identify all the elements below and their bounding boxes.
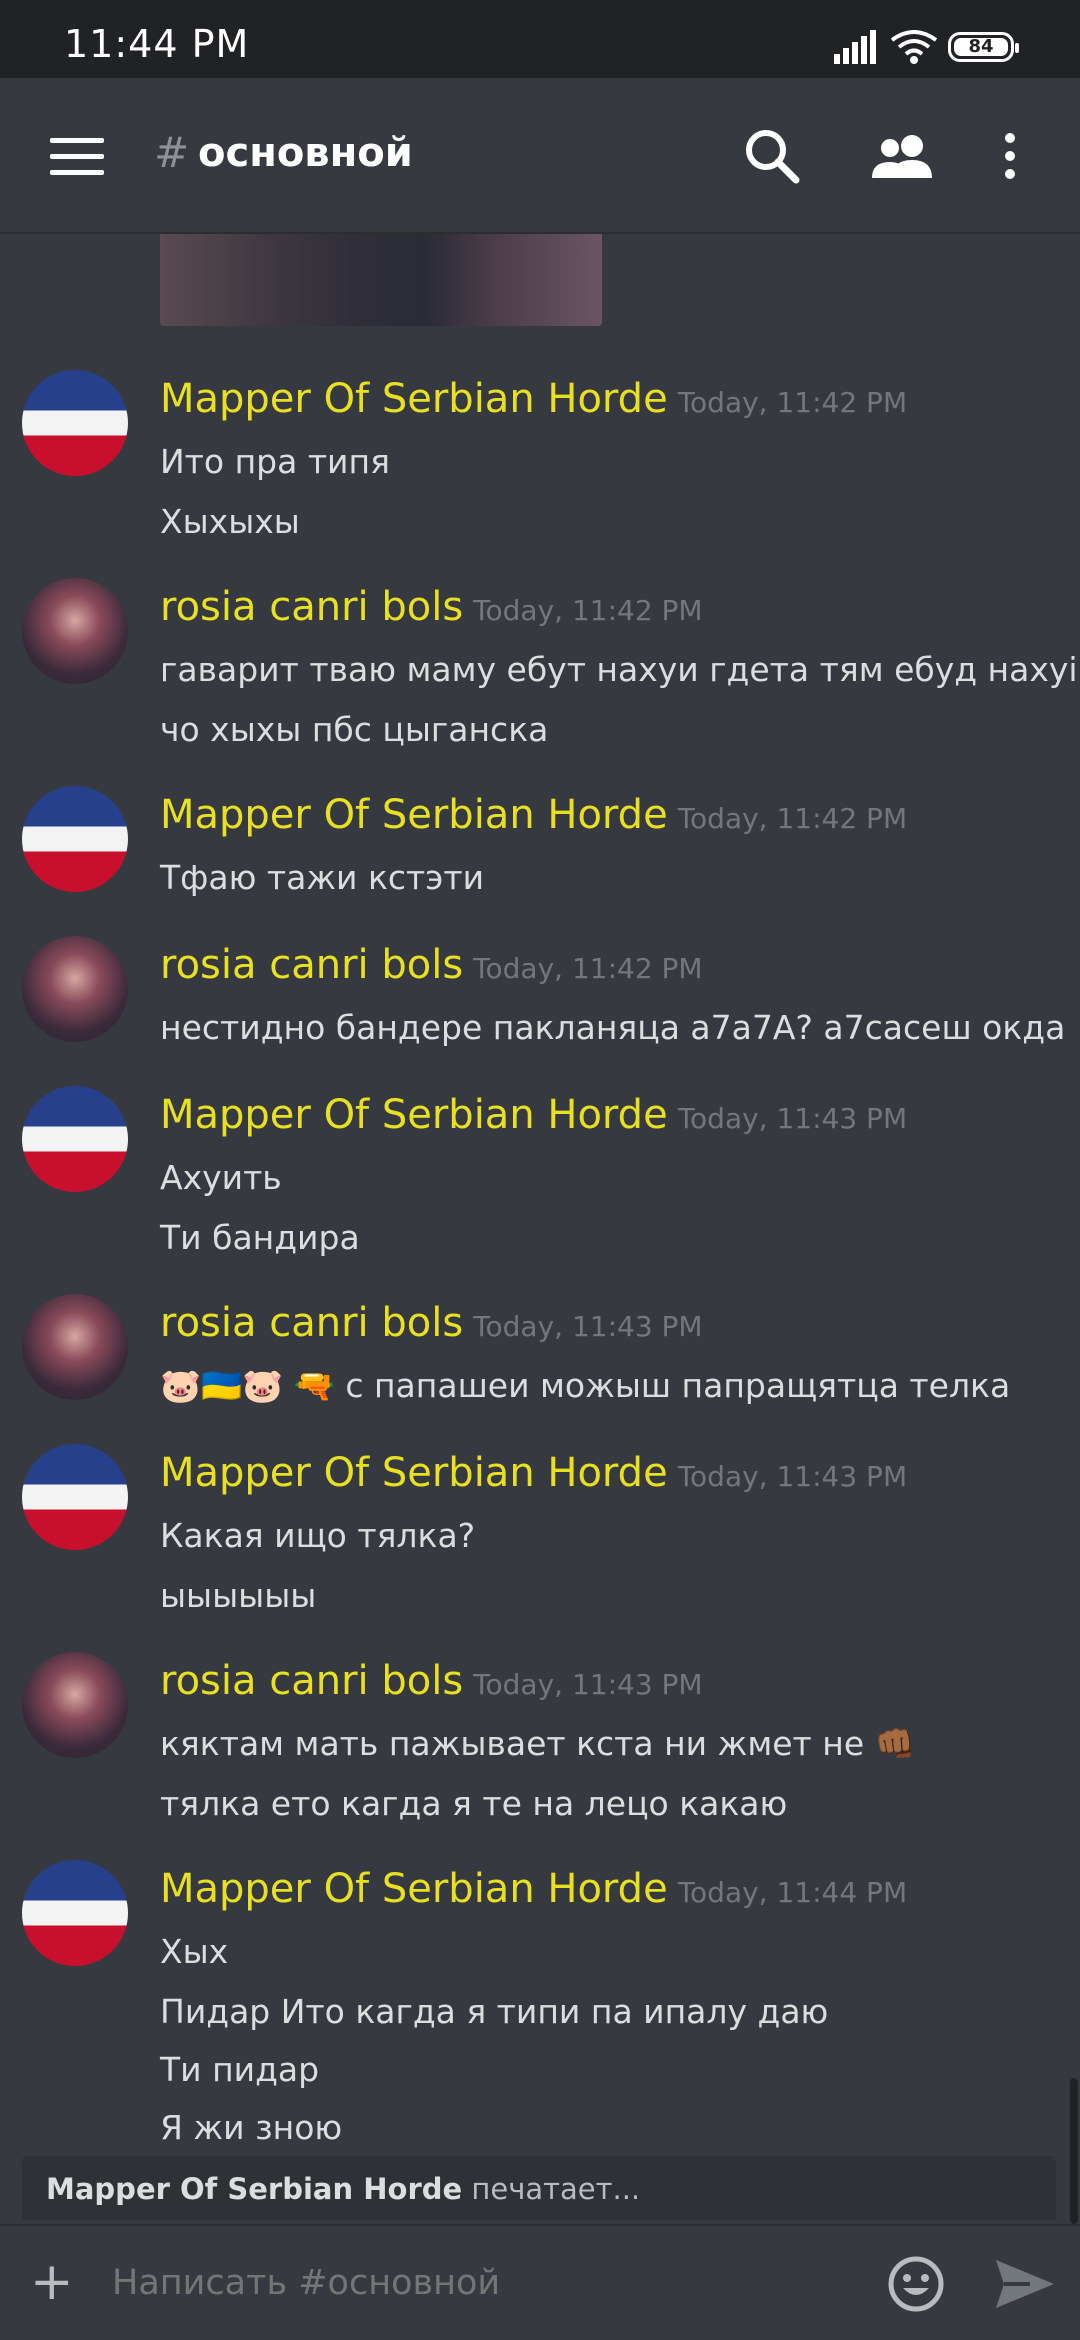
message-text: Ахуить (160, 1158, 282, 1197)
message-timestamp: Today, 11:43 PM (473, 1668, 703, 1701)
message-timestamp: Today, 11:42 PM (677, 802, 908, 835)
search-icon[interactable] (740, 124, 804, 188)
message-text: нестидно бандере пакланяца а7а7А? а7сасе… (160, 1008, 1066, 1047)
message-timestamp: Today, 11:43 PM (677, 1102, 908, 1135)
avatar[interactable] (22, 578, 128, 684)
send-icon[interactable] (994, 2258, 1056, 2310)
image-attachment[interactable] (160, 234, 602, 326)
typing-indicator: Mapper Of Serbian Horde печатает... (22, 2156, 1056, 2220)
avatar[interactable] (22, 1860, 128, 1966)
message-timestamp: Today, 11:43 PM (473, 1310, 703, 1343)
message-text: гаварит тваю маму ебут нахуи гдета тям е… (160, 650, 1078, 689)
avatar[interactable] (22, 370, 128, 476)
message-text: Пидар Ито кагда я типи па ипалу даю (160, 1992, 829, 2031)
message-text: кяктам мать пажывает кста ни жмет не 👊🏾 (160, 1724, 916, 1763)
message-author[interactable]: Mapper Of Serbian Horde Today, 11:42 PM (160, 792, 907, 838)
channel-hash: # (154, 128, 190, 177)
message-author[interactable]: Mapper Of Serbian Horde Today, 11:43 PM (160, 1450, 907, 1496)
message-text: ыыыыыы (160, 1576, 317, 1615)
message-text: чо хыхы пбс цыганска (160, 710, 549, 749)
message-timestamp: Today, 11:43 PM (677, 1460, 908, 1493)
message-text: Тфаю тажи кстэти (160, 858, 485, 897)
message-timestamp: Today, 11:44 PM (677, 1876, 908, 1909)
wifi-icon (890, 30, 938, 64)
battery-icon: 84 (948, 32, 1019, 62)
message-author[interactable]: rosia canri bols Today, 11:42 PM (160, 584, 703, 630)
channel-title: основной (198, 130, 413, 176)
typing-text: печатает... (462, 2172, 641, 2206)
battery-level: 84 (954, 38, 1008, 56)
menu-icon[interactable] (50, 138, 104, 175)
members-icon[interactable] (868, 124, 938, 188)
message-author[interactable]: rosia canri bols Today, 11:43 PM (160, 1300, 703, 1346)
avatar[interactable] (22, 1086, 128, 1192)
channel-header: # основной (0, 78, 1080, 234)
scrollbar[interactable] (1070, 2078, 1078, 2224)
avatar[interactable] (22, 936, 128, 1042)
message-author[interactable]: rosia canri bols Today, 11:42 PM (160, 942, 703, 988)
message-text: Ти бандира (160, 1218, 360, 1257)
message-timestamp: Today, 11:42 PM (473, 594, 703, 627)
message-author[interactable]: Mapper Of Serbian Horde Today, 11:42 PM (160, 376, 907, 422)
message-text: тялка ето кагда я те на лецо какаю (160, 1784, 788, 1823)
message-timestamp: Today, 11:42 PM (677, 386, 908, 419)
avatar[interactable] (22, 1652, 128, 1758)
message-author[interactable]: rosia canri bols Today, 11:43 PM (160, 1658, 703, 1704)
message-text: Я жи зною (160, 2108, 343, 2147)
message-text: Хых (160, 1932, 229, 1971)
status-bar: 11:44 PM 84 (0, 0, 1080, 78)
message-text: Хыхыхы (160, 502, 300, 541)
add-attachment-icon[interactable]: + (30, 2256, 74, 2308)
message-timestamp: Today, 11:42 PM (473, 952, 703, 985)
message-text: Ито пра типя (160, 442, 390, 481)
message-text: Какая ищо тялка? (160, 1516, 476, 1555)
message-composer: + (0, 2224, 1080, 2340)
avatar[interactable] (22, 1294, 128, 1400)
signal-icon (834, 30, 876, 64)
message-text: Ти пидар (160, 2050, 320, 2089)
status-time: 11:44 PM (64, 22, 250, 66)
message-text: 🐷🇺🇦🐷 🔫 с папашеи можыш папращятца телка (160, 1366, 1011, 1405)
message-author[interactable]: Mapper Of Serbian Horde Today, 11:43 PM (160, 1092, 907, 1138)
typing-user: Mapper Of Serbian Horde (46, 2172, 463, 2206)
message-author[interactable]: Mapper Of Serbian Horde Today, 11:44 PM (160, 1866, 907, 1912)
message-input[interactable] (110, 2262, 814, 2304)
avatar[interactable] (22, 1444, 128, 1550)
avatar[interactable] (22, 786, 128, 892)
emoji-icon[interactable] (886, 2254, 946, 2314)
more-options-icon[interactable] (990, 124, 1030, 188)
